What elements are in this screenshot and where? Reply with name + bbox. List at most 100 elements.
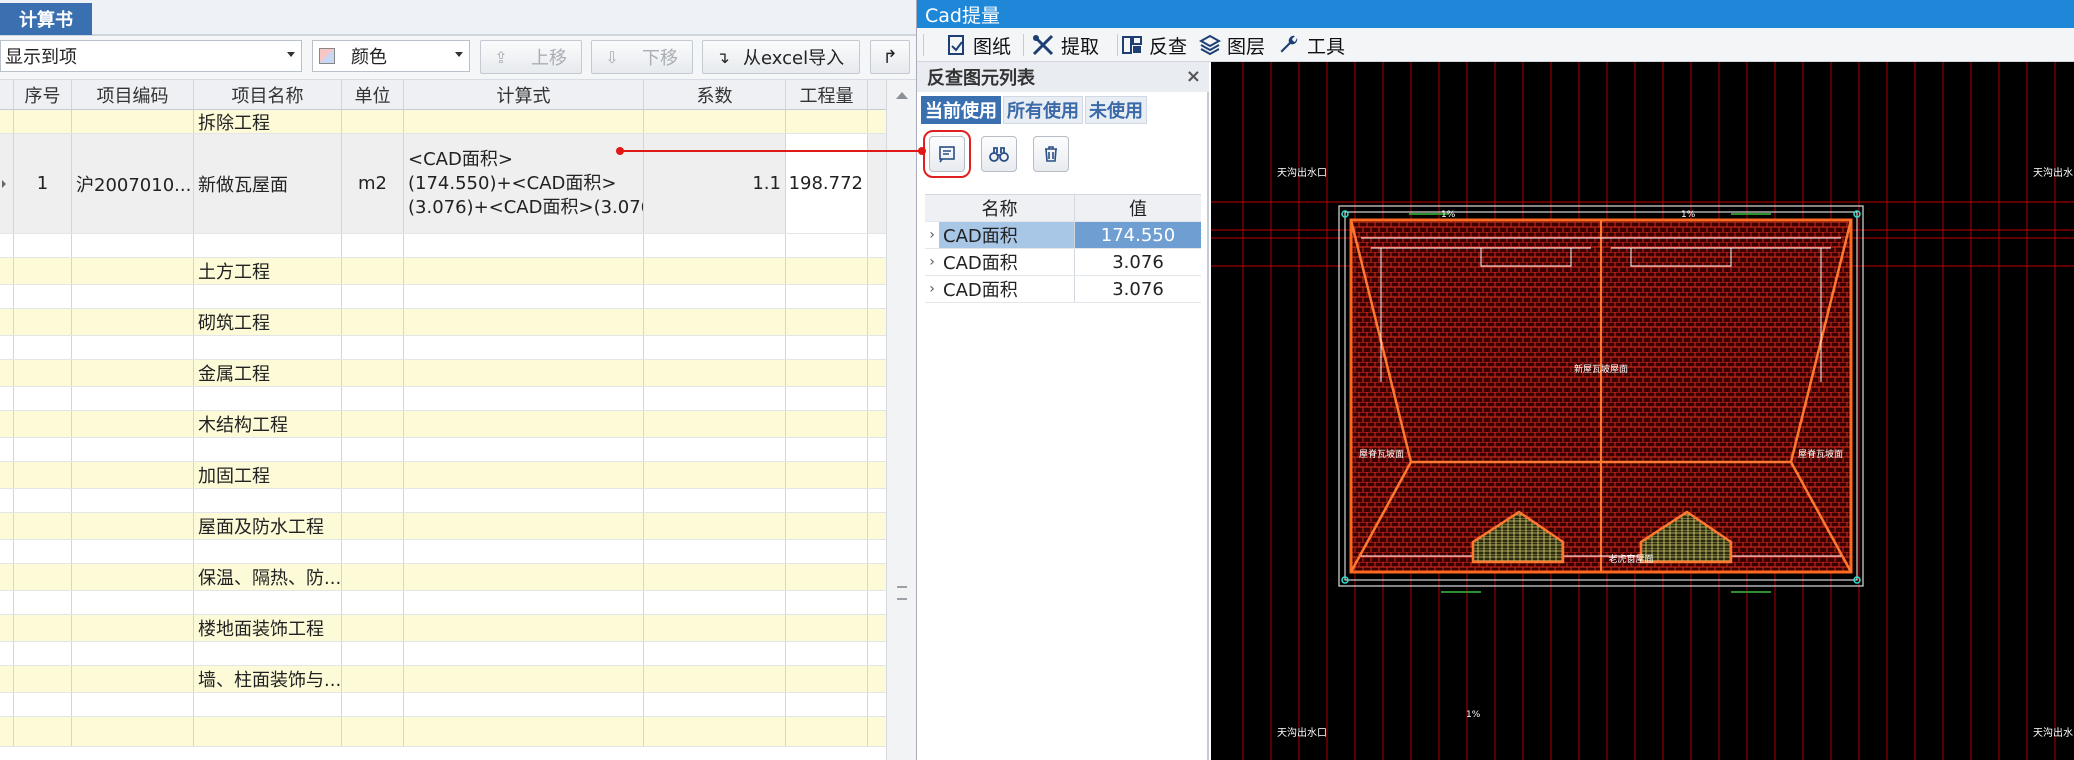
grid-cell <box>72 285 194 308</box>
category-row[interactable]: 金属工程 <box>0 360 886 387</box>
grid-cell <box>72 717 194 746</box>
grid-cell <box>868 411 886 437</box>
cad-drawing-canvas[interactable]: 天沟出水口天沟出水口天沟出水口天沟出水口1%1%1%新屋瓦坡屋面老虎窗屋面屋脊瓦… <box>1211 62 2074 760</box>
grid-cell <box>342 411 404 437</box>
grid-cell <box>194 387 342 410</box>
grid-cell <box>0 462 14 488</box>
grid-cell <box>342 258 404 284</box>
qty-cell: 198.772 <box>788 173 863 194</box>
grid-cell <box>644 513 786 539</box>
find-button[interactable] <box>981 136 1017 172</box>
name-cell: 新做瓦屋面 <box>198 174 288 196</box>
slope-label: 1% <box>1466 710 1481 720</box>
grid-cell <box>72 387 194 410</box>
move-down-button[interactable]: ⇩ 下移 <box>591 40 693 74</box>
extract-tool-icon <box>1032 34 1054 56</box>
grid-cell <box>404 309 644 335</box>
col-code-header[interactable]: 项目编码 <box>72 80 194 109</box>
category-row[interactable]: 墙、柱面装饰与... <box>0 666 886 693</box>
color-select-value: 颜色 <box>351 47 387 68</box>
col-name-header[interactable]: 项目名称 <box>194 80 342 109</box>
col-unit-header[interactable]: 单位 <box>342 80 404 109</box>
category-row[interactable]: 屋面及防水工程 <box>0 513 886 540</box>
tools-button[interactable]: 工具 <box>1277 31 1345 59</box>
tab-all-use[interactable]: 所有使用 <box>1003 96 1083 124</box>
blank-row[interactable] <box>0 693 886 717</box>
col-qty-header[interactable]: 工程量 <box>786 80 868 109</box>
grid-scrollbar[interactable] <box>886 80 916 760</box>
roof-plan-drawing[interactable]: 天沟出水口天沟出水口天沟出水口天沟出水口1%1%1%新屋瓦坡屋面老虎窗屋面屋脊瓦… <box>1211 62 2074 760</box>
grid-cell <box>0 387 14 410</box>
reverse-lookup-button[interactable]: 反查 <box>1121 31 1187 59</box>
grid-cell: m2 <box>342 134 404 233</box>
category-name: 拆除工程 <box>198 112 270 134</box>
element-row[interactable]: › CAD面积 3.076 <box>925 276 1201 303</box>
blank-row[interactable] <box>0 438 886 462</box>
grid-cell <box>72 234 194 257</box>
toolbar-separator <box>1023 34 1024 56</box>
category-row[interactable]: 保温、隔热、防... <box>0 564 886 591</box>
move-up-button[interactable]: ⇪ 上移 <box>480 40 582 74</box>
category-row[interactable]: 砌筑工程 <box>0 309 886 336</box>
category-name: 楼地面装饰工程 <box>198 619 324 640</box>
note-edit-icon <box>939 146 955 163</box>
element-row[interactable]: › CAD面积 174.550 <box>925 222 1201 249</box>
move-up-label: 上移 <box>531 48 567 69</box>
grid-cell <box>72 615 194 641</box>
display-level-select[interactable]: 显示到项 <box>0 40 302 72</box>
delete-button[interactable] <box>1033 136 1069 172</box>
redo-button[interactable]: ↱ <box>870 40 910 74</box>
element-row[interactable]: › CAD面积 3.076 <box>925 249 1201 276</box>
category-row[interactable]: 土方工程 <box>0 258 886 285</box>
expand-chevron-icon[interactable]: › <box>925 249 939 275</box>
scroll-grip-icon[interactable] <box>897 586 907 600</box>
col-formula-header[interactable]: 计算式 <box>404 80 644 109</box>
scroll-up-icon[interactable] <box>896 92 908 99</box>
grid-cell <box>72 462 194 488</box>
category-row[interactable]: 楼地面装饰工程 <box>0 615 886 642</box>
grid-cell <box>0 666 14 692</box>
import-excel-button[interactable]: ↴ 从excel导入 <box>702 40 860 74</box>
selected-item-row[interactable]: 1 沪2007010... 新做瓦屋面 m2 <CAD面积> (174.550)+<CAD… <box>0 134 886 234</box>
grid-cell <box>14 411 72 437</box>
expand-chevron-icon[interactable]: › <box>925 222 939 248</box>
grid-cell <box>786 309 868 335</box>
tab-unused[interactable]: 未使用 <box>1085 96 1147 124</box>
layers-button[interactable]: 图层 <box>1199 31 1265 59</box>
side-label-right: 屋脊瓦坡面 <box>1798 448 1843 460</box>
grid-cell <box>72 564 194 590</box>
corner-label-bl: 天沟出水口 <box>1277 726 1327 739</box>
col-seq-header[interactable]: 序号 <box>14 80 72 109</box>
category-row[interactable]: 拆除工程 <box>0 110 886 134</box>
grid-cell <box>786 615 868 641</box>
locate-element-button[interactable] <box>923 130 971 178</box>
tab-current-use[interactable]: 当前使用 <box>921 96 1001 124</box>
grid-cell <box>404 258 644 284</box>
blank-row[interactable] <box>0 642 886 666</box>
blank-row[interactable] <box>0 489 886 513</box>
grid-cell <box>72 666 194 692</box>
grid-cell: 198.772 <box>786 134 868 233</box>
blank-row[interactable] <box>0 591 886 615</box>
drawing-button[interactable]: 图纸 <box>945 31 1011 59</box>
blank-row[interactable] <box>0 540 886 564</box>
cad-window-title: Cad提量 <box>917 0 2074 28</box>
col-coef-header[interactable]: 系数 <box>644 80 786 109</box>
color-select[interactable]: 颜色 <box>312 40 470 72</box>
formula-cell[interactable]: <CAD面积> (174.550)+<CAD面积> (3.076)+<CAD面积>(… <box>404 134 644 233</box>
category-row[interactable]: 木结构工程 <box>0 411 886 438</box>
tab-calc-book[interactable]: 计算书 <box>0 3 92 35</box>
category-row[interactable]: 加固工程 <box>0 462 886 489</box>
extract-button[interactable]: 提取 <box>1031 31 1099 59</box>
calc-toolbar: 显示到项 颜色 ⇪ 上移 ⇩ 下移 ↴ 从excel导入 ↱ <box>0 36 916 80</box>
grid-cell <box>786 564 868 590</box>
category-row[interactable] <box>0 717 886 747</box>
expand-chevron-icon[interactable]: › <box>925 276 939 302</box>
blank-row[interactable] <box>0 336 886 360</box>
close-icon[interactable]: × <box>1186 66 1201 87</box>
grid-cell <box>342 615 404 641</box>
blank-row[interactable] <box>0 234 886 258</box>
blank-row[interactable] <box>0 285 886 309</box>
blank-row[interactable] <box>0 387 886 411</box>
grid-cell <box>404 666 644 692</box>
